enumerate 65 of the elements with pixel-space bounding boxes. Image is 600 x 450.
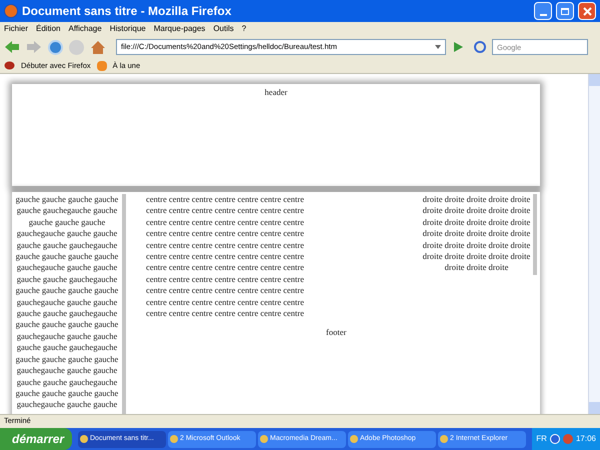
text-line: gauchegauche gauche gauche [16,228,118,240]
text-line: gauche gauche gauchegauche [16,240,118,252]
app-icon [260,435,268,443]
text-line: centre centre centre centre centre centre centre [146,194,304,206]
text-line: gauchegauche gauche gauche [16,365,118,376]
footer-text: footer [326,327,346,338]
text-line: gauchegauche gauche gauche [16,330,118,342]
text-line: droite droite droite droite droite [422,240,530,252]
app-icon [80,435,88,443]
app-icon [440,435,448,443]
menu-item[interactable]: Affichage [68,23,102,35]
text-line: droite droite droite droite droite [422,205,530,217]
close-icon [582,6,592,16]
text-line: centre centre centre centre centre centre centre [146,308,304,320]
back-arrow-icon[interactable] [4,40,20,54]
tray-icon[interactable] [550,434,560,444]
text-line: gauche gauche gauchegauche [16,274,118,286]
menu-item[interactable]: Édition [36,23,60,35]
app-icon [350,435,358,443]
text-line: gauche gauche gauche gauche [16,285,118,297]
restore-button[interactable] [556,2,574,20]
menu-item[interactable]: Outils [213,23,234,35]
text-line: gauchegauche gauche gauche [16,262,118,274]
text-line: centre centre centre centre centre centre centre [146,240,304,252]
go-icon[interactable] [452,41,464,53]
clock: 17:06 [576,433,596,445]
header-text: header [264,87,288,99]
text-line: gauchegauche gauche gauche [16,399,118,411]
text-line: droite droite droite droite droite [422,194,530,206]
text-line: gauchegauche gauche gauche [16,296,118,308]
start-button[interactable]: démarrer [0,428,72,450]
text-line: gauche gauche gauche gauche [16,354,118,366]
menu-item[interactable]: ? [242,23,246,35]
text-line: centre centre centre centre centre centre centre [146,251,304,262]
text-line: gauche gauche gauche gauche [16,388,118,400]
vertical-scrollbar[interactable] [588,74,600,414]
text-line: centre centre centre centre centre centre centre [146,274,304,286]
text-line: droite droite droite droite droite [422,251,530,262]
text-line: gauche gauche gauchegauche [16,376,118,388]
text-line: centre centre centre centre centre centre centre [146,216,304,228]
text-line: gauche gauche gauchegauche [16,342,118,354]
text-line: gauche gauche gauche [28,216,106,228]
minimize-button[interactable] [534,2,552,20]
window-title: Document sans titre - Mozilla Firefox [22,3,232,20]
text-line: gauche gauche gauche gauche [16,319,118,331]
text-line: centre centre centre centre centre centre centre [146,205,304,217]
text-line: gauche gauche gauche gauche [16,194,118,206]
dropdown-icon[interactable] [435,45,441,49]
forward-arrow-icon[interactable] [26,40,42,54]
text-line: droite droite droite droite droite [422,216,530,228]
text-line: droite droite droite droite droite [422,228,530,240]
text-line: droite droite droite [444,262,508,274]
text-line: gauche gauche gauche gauche [16,251,118,262]
menu-item[interactable]: Fichier [4,23,28,35]
home-icon[interactable] [90,40,106,54]
close-button[interactable] [578,2,596,20]
text-line: centre centre centre centre centre centre centre [146,228,304,240]
text-line: centre centre centre centre centre centre centre [146,262,304,274]
app-icon [170,435,178,443]
text-line: centre centre centre centre centre centre centre [146,285,304,297]
menu-item[interactable]: Marque-pages [154,23,206,35]
menu-item[interactable]: Historique [110,23,146,35]
text-line: gauche gauche gauchegauche [16,308,118,320]
text-line: gauche gauchegauche gauche [16,205,118,217]
text-line: centre centre centre centre centre centre centre [146,296,304,308]
